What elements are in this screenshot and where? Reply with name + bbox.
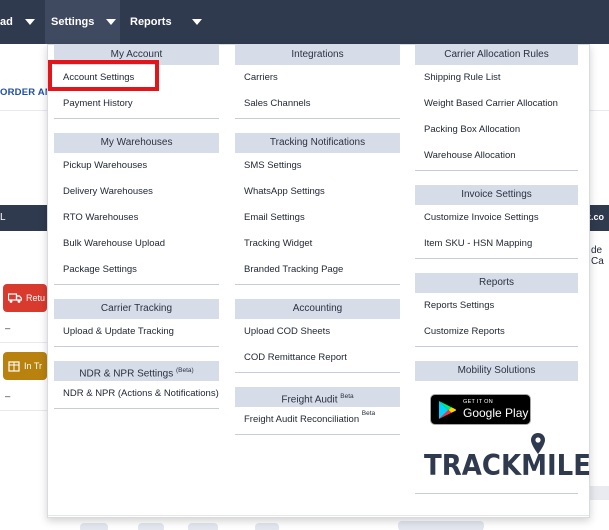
transit-count: – [5, 391, 11, 402]
settings-dropdown-menu: My Account Account Settings Payment Hist… [47, 44, 591, 518]
section-header-my-account: My Account [54, 45, 219, 65]
section-divider [54, 408, 219, 409]
menu-item-email-settings[interactable]: Email Settings [235, 205, 400, 231]
nav-item-reports[interactable]: Reports [130, 0, 202, 44]
section-header-accounting: Accounting [235, 299, 400, 319]
section-divider [235, 434, 400, 435]
section-header-freight-audit-label: Freight Audit [281, 394, 338, 406]
background-pill [255, 523, 279, 530]
section-header-ndr-npr-settings: NDR & NPR Settings (Beta) [54, 361, 219, 381]
section-header-reports: Reports [415, 273, 578, 293]
menu-item-ndr-npr-actions[interactable]: NDR & NPR (Actions & Notifications) [54, 381, 219, 407]
truck-return-icon [8, 293, 22, 303]
section-header-carrier-tracking: Carrier Tracking [54, 299, 219, 319]
section-header-freight-audit: Freight Audit Beta [235, 387, 400, 407]
background-header-text: L [0, 212, 6, 223]
menu-item-tracking-widget[interactable]: Tracking Widget [235, 231, 400, 257]
menu-item-warehouse-allocation[interactable]: Warehouse Allocation [415, 143, 578, 169]
menu-item-delivery-warehouses[interactable]: Delivery Warehouses [54, 179, 219, 205]
top-navbar: ad Settings Reports [0, 0, 609, 44]
chevron-down-icon [191, 19, 202, 25]
menu-item-sms-settings[interactable]: SMS Settings [235, 153, 400, 179]
nav-item-settings-label: Settings [51, 16, 95, 28]
in-transit-status-chip[interactable]: In Tr [3, 352, 47, 380]
nav-item-settings[interactable]: Settings [45, 0, 120, 44]
background-side-text: de Ca [591, 245, 604, 267]
menu-item-account-settings[interactable]: Account Settings [54, 65, 219, 91]
section-header-my-warehouses: My Warehouses [54, 133, 219, 153]
section-header-tracking-notifications: Tracking Notifications [235, 133, 400, 153]
menu-column-3: Carrier Allocation Rules Shipping Rule L… [415, 45, 591, 494]
menu-item-cod-remittance-report[interactable]: COD Remittance Report [235, 345, 400, 371]
chevron-down-icon [106, 19, 117, 25]
return-status-chip[interactable]: Retu [3, 284, 47, 312]
menu-item-upload-update-tracking[interactable]: Upload & Update Tracking [54, 319, 219, 345]
background-block [590, 486, 609, 500]
menu-item-branded-tracking-page[interactable]: Branded Tracking Page [235, 257, 400, 283]
section-header-ndr-npr-label: NDR & NPR Settings [79, 368, 174, 380]
menu-item-weight-based-carrier-allocation[interactable]: Weight Based Carrier Allocation [415, 91, 578, 117]
menu-item-package-settings[interactable]: Package Settings [54, 257, 219, 283]
background-pill [188, 523, 218, 530]
menu-item-freight-audit-reconciliation[interactable]: Freight Audit Reconciliation Beta [235, 407, 400, 433]
menu-item-rto-warehouses[interactable]: RTO Warehouses [54, 205, 219, 231]
google-play-small-text: GET IT ON [463, 398, 494, 405]
background-pill [138, 523, 164, 530]
google-play-badge[interactable]: GET IT ON Google Play [430, 394, 531, 425]
background-table-header-left: L [0, 205, 47, 231]
menu-column-1: My Account Account Settings Payment Hist… [54, 45, 219, 409]
menu-item-whatsapp-settings[interactable]: WhatsApp Settings [235, 179, 400, 205]
section-header-integrations: Integrations [235, 45, 400, 65]
background-pill [80, 523, 108, 530]
menu-item-item-sku-hsn-mapping[interactable]: Item SKU - HSN Mapping [415, 231, 578, 257]
menu-item-customize-invoice-settings[interactable]: Customize Invoice Settings [415, 205, 578, 231]
location-pin-icon [531, 433, 545, 454]
menu-item-sales-channels[interactable]: Sales Channels [235, 91, 400, 117]
divider [0, 410, 47, 411]
nav-item-previous[interactable]: ad [0, 0, 45, 44]
divider [590, 110, 609, 111]
trackmile-logo[interactable]: TRACKMILE [424, 433, 591, 483]
section-header-invoice-settings: Invoice Settings [415, 185, 578, 205]
google-play-icon [439, 400, 456, 419]
divider [0, 110, 47, 111]
nav-item-previous-label: ad [0, 16, 13, 28]
menu-item-shipping-rule-list[interactable]: Shipping Rule List [415, 65, 578, 91]
google-play-big-text: Google Play [463, 406, 529, 421]
nav-item-reports-label: Reports [130, 16, 172, 28]
menu-item-payment-history[interactable]: Payment History [54, 91, 219, 117]
section-header-mobility-solutions: Mobility Solutions [415, 361, 578, 381]
transit-chip-label: In Tr [24, 361, 43, 371]
menu-item-upload-cod-sheets[interactable]: Upload COD Sheets [235, 319, 400, 345]
menu-item-customize-reports[interactable]: Customize Reports [415, 319, 578, 345]
chevron-down-icon [24, 19, 35, 25]
background-pill [398, 521, 484, 530]
menu-item-bulk-warehouse-upload[interactable]: Bulk Warehouse Upload [54, 231, 219, 257]
menu-item-reports-settings[interactable]: Reports Settings [415, 293, 578, 319]
return-count: – [5, 323, 11, 334]
menu-column-2: Integrations Carriers Sales Channels Tra… [235, 45, 400, 435]
background-table-header-right: iz.co [584, 205, 609, 231]
return-chip-label: Retu [26, 293, 46, 303]
menu-item-pickup-warehouses[interactable]: Pickup Warehouses [54, 153, 219, 179]
menu-item-freight-audit-label: Freight Audit Reconciliation [244, 414, 360, 425]
beta-badge: Beta [361, 410, 376, 417]
beta-badge: Beta [340, 393, 354, 400]
divider [0, 342, 47, 343]
package-transit-icon [8, 361, 20, 372]
menu-item-carriers[interactable]: Carriers [235, 65, 400, 91]
beta-badge: (Beta) [176, 367, 194, 374]
section-divider [415, 493, 578, 494]
menu-item-packing-box-allocation[interactable]: Packing Box Allocation [415, 117, 578, 143]
menu-bottom-divider [48, 515, 589, 516]
section-header-carrier-allocation-rules: Carrier Allocation Rules [415, 45, 578, 65]
trackmile-wordmark: TRACKMILE [424, 449, 591, 483]
